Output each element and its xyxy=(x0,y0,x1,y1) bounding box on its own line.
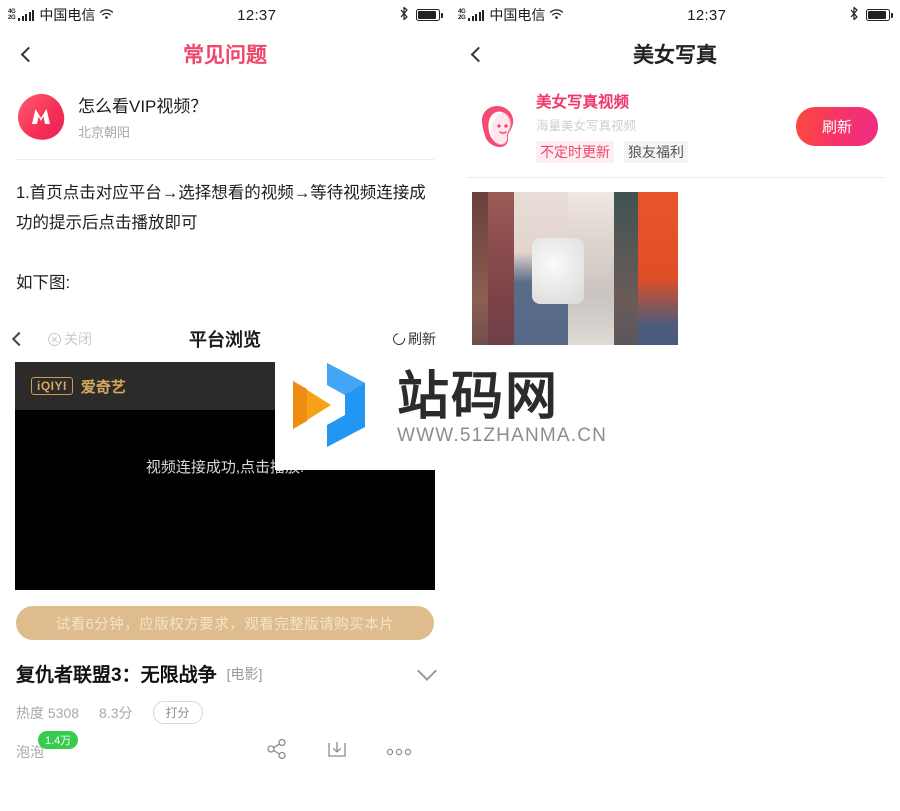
embedded-close-button[interactable]: 关闭 xyxy=(48,329,92,349)
clock-left: 12:37 xyxy=(237,6,277,24)
video-category: [电影] xyxy=(226,665,263,682)
chevron-left-icon xyxy=(11,331,27,347)
network-type-icon: 4G 2G xyxy=(458,9,466,21)
divider-right xyxy=(466,177,884,178)
video-heat: 热度 5308 xyxy=(16,704,80,721)
rate-button[interactable]: 打分 xyxy=(152,701,203,724)
play-hexagon-icon xyxy=(283,355,383,460)
carrier-label: 中国电信 xyxy=(39,7,96,23)
channel-subtitle: 海量美女写真视频 xyxy=(536,119,637,133)
video-title: 复仇者联盟3：无限战争 xyxy=(16,665,217,686)
signal-bars-icon xyxy=(468,9,485,21)
back-button-right[interactable] xyxy=(450,30,506,78)
answer-step-1: 1.首页点击对应平台→选择想看的视频→等待视频连接成功的提示后点击播放即可 xyxy=(16,184,426,232)
bubble-count-badge: 1.4万 xyxy=(38,730,79,749)
status-bar-right-group xyxy=(399,6,443,24)
question-texts: 怎么看VIP视频？ 北京朝阳 xyxy=(78,92,207,141)
question-header[interactable]: 怎么看VIP视频？ 北京朝阳 xyxy=(0,78,450,159)
video-actions-row: 泡泡 1.4万 xyxy=(16,730,434,765)
watermark-text: 站码网 WWW.51ZHANMA.CN xyxy=(397,369,607,447)
answer-as-shown: 如下图: xyxy=(16,274,71,292)
bluetooth-icon xyxy=(399,6,409,24)
bubble-entry[interactable]: 泡泡 1.4万 xyxy=(16,730,79,762)
embedded-back-button[interactable] xyxy=(11,331,48,347)
watermark-url: WWW.51ZHANMA.CN xyxy=(397,424,608,446)
clock-right: 12:37 xyxy=(687,6,727,24)
video-meta-row: 热度 5308 8.3分 打分 xyxy=(16,701,434,724)
video-title-row: 复仇者联盟3：无限战争 [电影] xyxy=(16,660,437,687)
iqiyi-logo-mark: iQIYI xyxy=(31,377,73,395)
trial-notice-banner: 试看6分钟，应版权方要求，观看完整版请购买本片 xyxy=(16,606,434,640)
bluetooth-icon xyxy=(849,6,859,24)
video-info-section: 复仇者联盟3：无限战争 [电影] 热度 5308 8.3分 打分 泡泡 1.4万 xyxy=(0,640,450,765)
video-icon-actions xyxy=(266,738,434,765)
battery-icon xyxy=(866,9,893,21)
channel-title: 美女写真视频 xyxy=(536,94,630,111)
iqiyi-logo[interactable]: iQIYI 爱奇艺 xyxy=(31,376,126,397)
channel-tags: 不定时更新 狼友福利 xyxy=(536,141,688,163)
circle-close-icon xyxy=(48,332,61,346)
channel-tag-benefit: 狼友福利 xyxy=(624,141,688,163)
channel-texts: 美女写真视频 海量美女写真视频 不定时更新 狼友福利 xyxy=(536,90,688,163)
wifi-icon xyxy=(99,8,114,23)
back-button-left[interactable] xyxy=(0,30,56,78)
video-score: 8.3分 xyxy=(99,704,133,721)
page-title-right: 美女写真 xyxy=(633,44,717,67)
battery-icon xyxy=(416,9,443,21)
more-dots-icon[interactable] xyxy=(386,743,412,761)
chevron-left-icon xyxy=(470,46,486,62)
refresh-button[interactable]: 刷新 xyxy=(795,107,878,146)
meitu-app-icon xyxy=(15,90,67,143)
channel-tag-update: 不定时更新 xyxy=(536,141,614,163)
question-location: 北京朝阳 xyxy=(78,125,131,140)
nav-bar-right: 美女写真 xyxy=(450,30,900,78)
watermark-overlay: 站码网 WWW.51ZHANMA.CN xyxy=(275,345,685,470)
embedded-close-label: 关闭 xyxy=(64,331,92,347)
signal-bars-icon xyxy=(18,9,35,21)
status-bar-left-group-right: 4G 2G 中国电信 xyxy=(458,5,564,25)
answer-body: 1.首页点击对应平台→选择想看的视频→等待视频连接成功的提示后点击播放即可 如下… xyxy=(0,160,450,298)
question-title: 怎么看VIP视频？ xyxy=(78,97,208,116)
page-title-left: 常见问题 xyxy=(183,44,267,67)
network-type-icon: 4G 2G xyxy=(8,9,16,21)
watermark-brand: 站码网 xyxy=(397,367,560,426)
chevron-down-icon[interactable] xyxy=(417,660,437,681)
carrier-label: 中国电信 xyxy=(489,7,546,23)
status-bar-right-group-right xyxy=(849,6,893,24)
status-bar-left: 4G 2G 中国电信 12:37 xyxy=(0,0,450,30)
share-icon[interactable] xyxy=(266,738,288,765)
iqiyi-logo-text: 爱奇艺 xyxy=(80,378,126,396)
chevron-left-icon xyxy=(20,46,36,62)
wifi-icon xyxy=(549,8,564,23)
nav-bar-left: 常见问题 xyxy=(0,30,450,78)
status-bar-right: 4G 2G 中国电信 12:37 xyxy=(450,0,900,30)
status-bar-left-group: 4G 2G 中国电信 xyxy=(8,5,114,25)
channel-card: 美女写真视频 海量美女写真视频 不定时更新 狼友福利 刷新 xyxy=(450,78,900,177)
girl-face-icon xyxy=(472,102,522,152)
download-icon[interactable] xyxy=(326,738,348,765)
